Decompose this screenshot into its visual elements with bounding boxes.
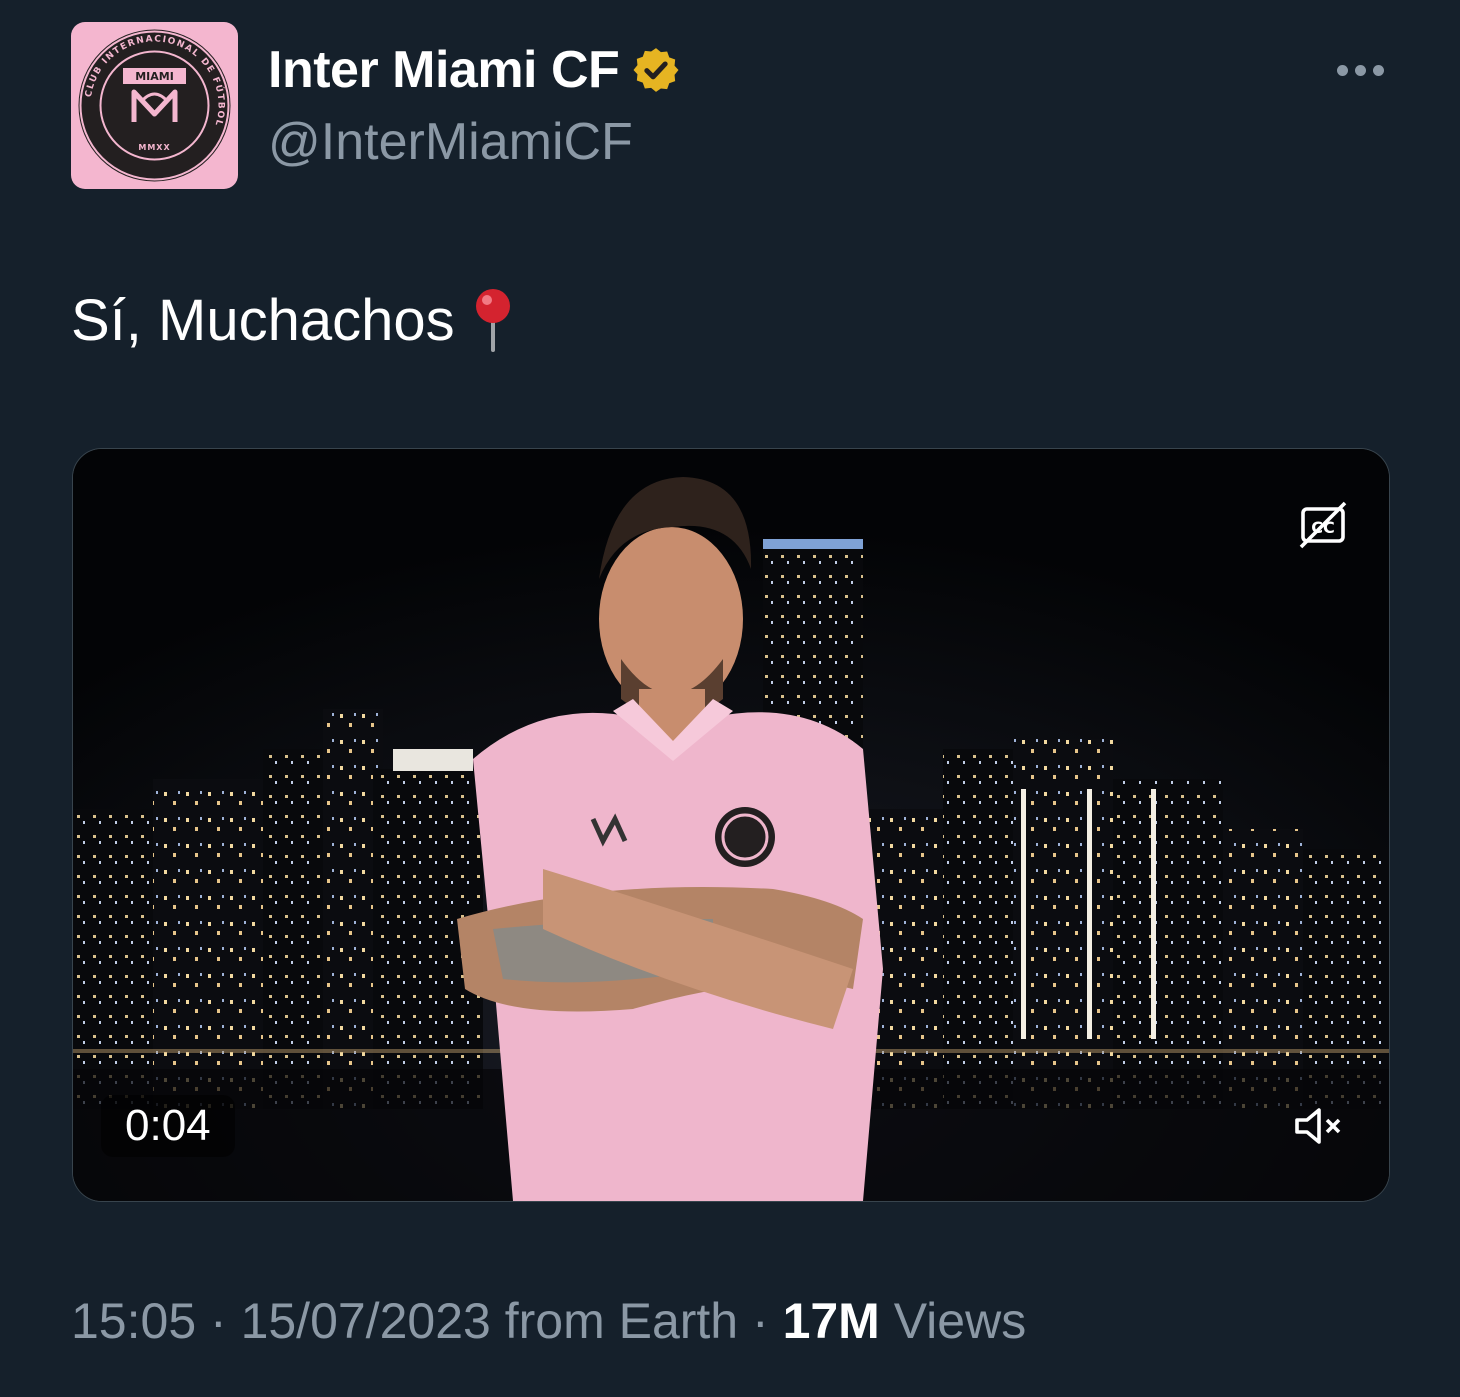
tweet-meta: 15:05 · 15/07/2023 from Earth · 17M View… bbox=[71, 1292, 1026, 1350]
views-count: 17M bbox=[782, 1293, 880, 1349]
inter-miami-crest-logo: CLUB INTERNACIONAL DE FÚTBOL MIAMI MMXX bbox=[71, 22, 238, 189]
crest-year-text: MMXX bbox=[138, 143, 170, 152]
round-pushpin-icon bbox=[475, 289, 510, 352]
meta-separator: · bbox=[196, 1293, 241, 1349]
muted-speaker-icon[interactable] bbox=[1291, 1101, 1347, 1151]
profile-handle[interactable]: @InterMiamiCF bbox=[268, 112, 633, 172]
more-dot-icon bbox=[1372, 64, 1384, 76]
video-player[interactable]: CC 0:04 bbox=[72, 448, 1390, 1202]
display-name: Inter Miami CF bbox=[268, 41, 620, 99]
tweet-source: from Earth bbox=[504, 1293, 739, 1349]
more-dot-icon bbox=[1354, 64, 1366, 76]
more-dot-icon bbox=[1336, 64, 1348, 76]
meta-separator: · bbox=[738, 1293, 783, 1349]
captions-off-icon[interactable]: CC bbox=[1297, 501, 1349, 549]
tweet-time[interactable]: 15:05 bbox=[71, 1293, 196, 1349]
more-options-button[interactable] bbox=[1328, 50, 1392, 90]
verified-badge-icon bbox=[633, 48, 679, 92]
tweet-date[interactable]: 15/07/2023 bbox=[241, 1293, 491, 1349]
video-frame bbox=[73, 449, 1389, 1201]
profile-name-link[interactable]: Inter Miami CF bbox=[268, 38, 681, 102]
tweet-text: Sí, Muchachos bbox=[71, 286, 517, 354]
tweet-text-content: Sí, Muchachos bbox=[71, 287, 455, 353]
views-label: Views bbox=[893, 1293, 1027, 1349]
profile-avatar[interactable]: CLUB INTERNACIONAL DE FÚTBOL MIAMI MMXX bbox=[71, 22, 238, 189]
video-elapsed-time: 0:04 bbox=[101, 1095, 235, 1157]
crest-banner-text: MIAMI bbox=[135, 70, 174, 83]
